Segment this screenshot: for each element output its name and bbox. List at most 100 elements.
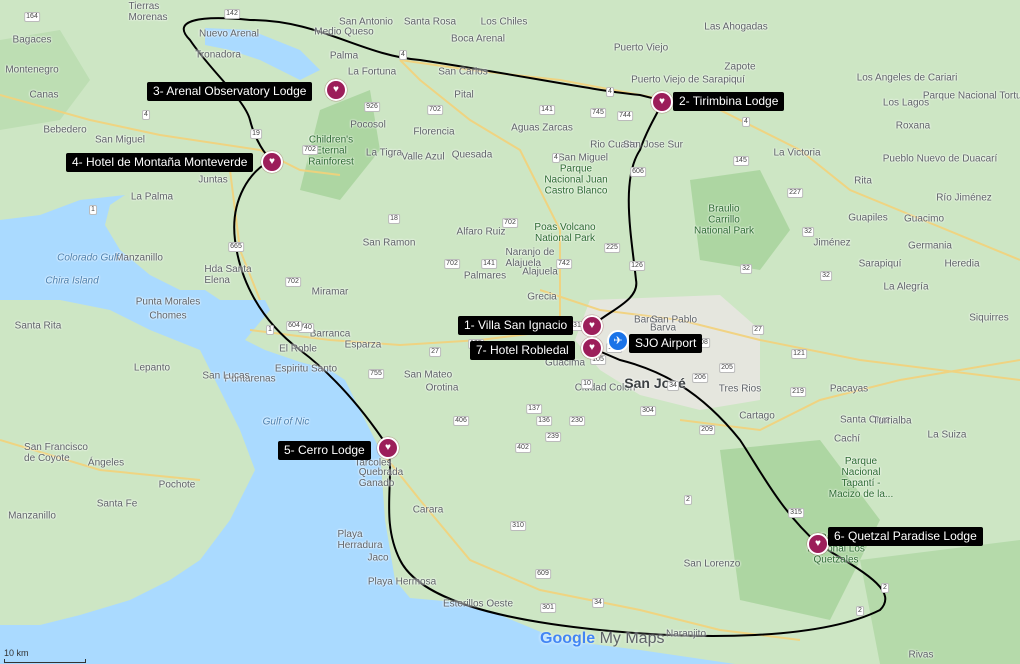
place-label: San Miguel: [94, 134, 146, 146]
stop-marker-5[interactable]: ♥: [377, 437, 399, 459]
place-label: Pital: [454, 89, 474, 101]
road-shield: 18: [388, 214, 400, 224]
road-shield: 702: [444, 259, 460, 269]
road-shield: 702: [302, 145, 318, 155]
scale-bar: [4, 659, 86, 663]
place-label: San Carlos: [438, 66, 488, 78]
place-label: Medio Queso: [314, 26, 374, 38]
road-shield: 4: [399, 50, 407, 60]
road-shield: 164: [24, 12, 40, 22]
airport-label[interactable]: SJO Airport: [629, 334, 703, 353]
hotel-icon: ♥: [815, 538, 821, 549]
place-label: Tronadora: [195, 49, 241, 61]
place-label: Rita: [854, 175, 872, 187]
road-shield: 315: [788, 508, 804, 518]
place-label: Lepanto: [133, 362, 171, 374]
park-label: Parque Nacional Juan Castro Blanco: [544, 163, 608, 197]
road-shield: 126: [629, 261, 645, 271]
place-label: Los Lagos: [882, 97, 930, 109]
road-shield: 206: [692, 373, 708, 383]
park-label: Braulio Carrillo National Park: [693, 203, 755, 237]
place-label: Parque Nacional Tortuguero: [922, 90, 1020, 102]
road-shield: 304: [640, 406, 656, 416]
place-label: Manzanillo: [115, 252, 163, 264]
stop-label-3[interactable]: 3- Arenal Observatory Lodge: [147, 82, 313, 101]
place-label: Ángeles: [87, 457, 125, 469]
stop-label-2[interactable]: 2- Tirimbina Lodge: [673, 92, 785, 111]
stop-marker-1[interactable]: ♥: [581, 315, 603, 337]
place-label: Santa Fe: [96, 498, 138, 510]
place-label: Pacayas: [829, 383, 869, 395]
road-shield: 1: [266, 325, 274, 335]
place-label: Pochote: [158, 479, 196, 491]
place-label: Quesada: [451, 149, 493, 161]
stop-label-7[interactable]: 7- Hotel Robledal: [470, 341, 575, 360]
road-shield: 604: [286, 321, 302, 331]
hotel-icon: ♥: [589, 320, 595, 331]
place-label: El Roble: [279, 343, 317, 355]
stop-marker-4[interactable]: ♥: [261, 151, 283, 173]
place-label: Las Ahogadas: [704, 21, 768, 33]
place-label: Pocosol: [350, 119, 386, 131]
road-shield: 230: [569, 416, 585, 426]
place-label: Santa Rosa: [403, 16, 457, 28]
place-label: Florencia: [413, 126, 455, 138]
water-label: Chira Island: [45, 275, 99, 287]
place-label: Los Angeles de Cariari: [856, 72, 958, 84]
scale-text: 10 km: [4, 648, 29, 658]
stop-label-6[interactable]: 6- Quetzal Paradise Lodge: [828, 527, 983, 546]
stop-label-4[interactable]: 4- Hotel de Montaña Monteverde: [66, 153, 254, 172]
road-shield: 745: [590, 108, 606, 118]
place-label: Miramar: [311, 286, 349, 298]
park-label: Poas Volcano National Park: [534, 222, 596, 244]
place-label: Rivas: [908, 649, 934, 661]
place-label: Bebedero: [43, 124, 87, 136]
place-label: San Jose Sur: [622, 139, 684, 151]
road-shield: 702: [285, 277, 301, 287]
place-label: Guacimo: [903, 213, 945, 225]
place-label: Sarapiquí: [858, 258, 902, 270]
road-shield: 702: [427, 105, 443, 115]
stop-label-5[interactable]: 5- Cerro Lodge: [278, 441, 371, 460]
road-shield: 141: [539, 105, 555, 115]
stop-marker-3[interactable]: ♥: [325, 79, 347, 101]
road-shield: 205: [719, 363, 735, 373]
road-shield: 4: [142, 110, 150, 120]
road-shield: 19: [250, 129, 262, 139]
place-label: Carara: [412, 504, 444, 516]
water-label: Gulf of Nic: [262, 416, 310, 428]
stop-label-1[interactable]: 1- Villa San Ignacio: [458, 316, 574, 335]
place-label: La Victoria: [773, 147, 821, 159]
road-shield: 27: [752, 325, 764, 335]
road-shield: 136: [536, 416, 552, 426]
stop-marker-6[interactable]: ♥: [807, 533, 829, 555]
road-shield: 121: [791, 349, 807, 359]
place-label: La Palma: [130, 191, 174, 203]
road-shield: 406: [453, 416, 469, 426]
place-label: Guapiles: [848, 212, 888, 224]
hotel-icon: ♥: [385, 442, 391, 453]
place-label: Chomes: [149, 310, 187, 322]
place-label: Montenegro: [5, 64, 59, 76]
place-label: Esparza: [344, 339, 382, 351]
water-label: Colorado Gulf: [57, 252, 119, 264]
map-branding: Google My Maps: [540, 630, 664, 648]
place-label: Zapote: [724, 61, 756, 73]
road-shield: 2: [881, 583, 889, 593]
stop-marker-2[interactable]: ♥: [651, 91, 673, 113]
place-label: San Francisco de Coyote: [24, 442, 88, 464]
airplane-icon[interactable]: ✈: [607, 330, 629, 352]
road-shield: 702: [502, 218, 518, 228]
place-label: San Ramon: [362, 237, 416, 249]
road-shield: 755: [368, 369, 384, 379]
stop-marker-7[interactable]: ♥: [581, 337, 603, 359]
road-shield: 742: [556, 259, 572, 269]
road-shield: 225: [604, 243, 620, 253]
place-label: Palmares: [463, 270, 507, 282]
map-canvas[interactable]: Tierras Morenas San Antonio Medio Queso San…: [0, 0, 1020, 664]
place-label: Turrialba: [872, 415, 912, 427]
place-label: Esterillos Oeste: [442, 598, 514, 610]
place-label: Playa Herradura: [337, 529, 383, 551]
place-label: Tres Rios: [718, 383, 762, 395]
place-label: San Lucas: [202, 370, 250, 382]
